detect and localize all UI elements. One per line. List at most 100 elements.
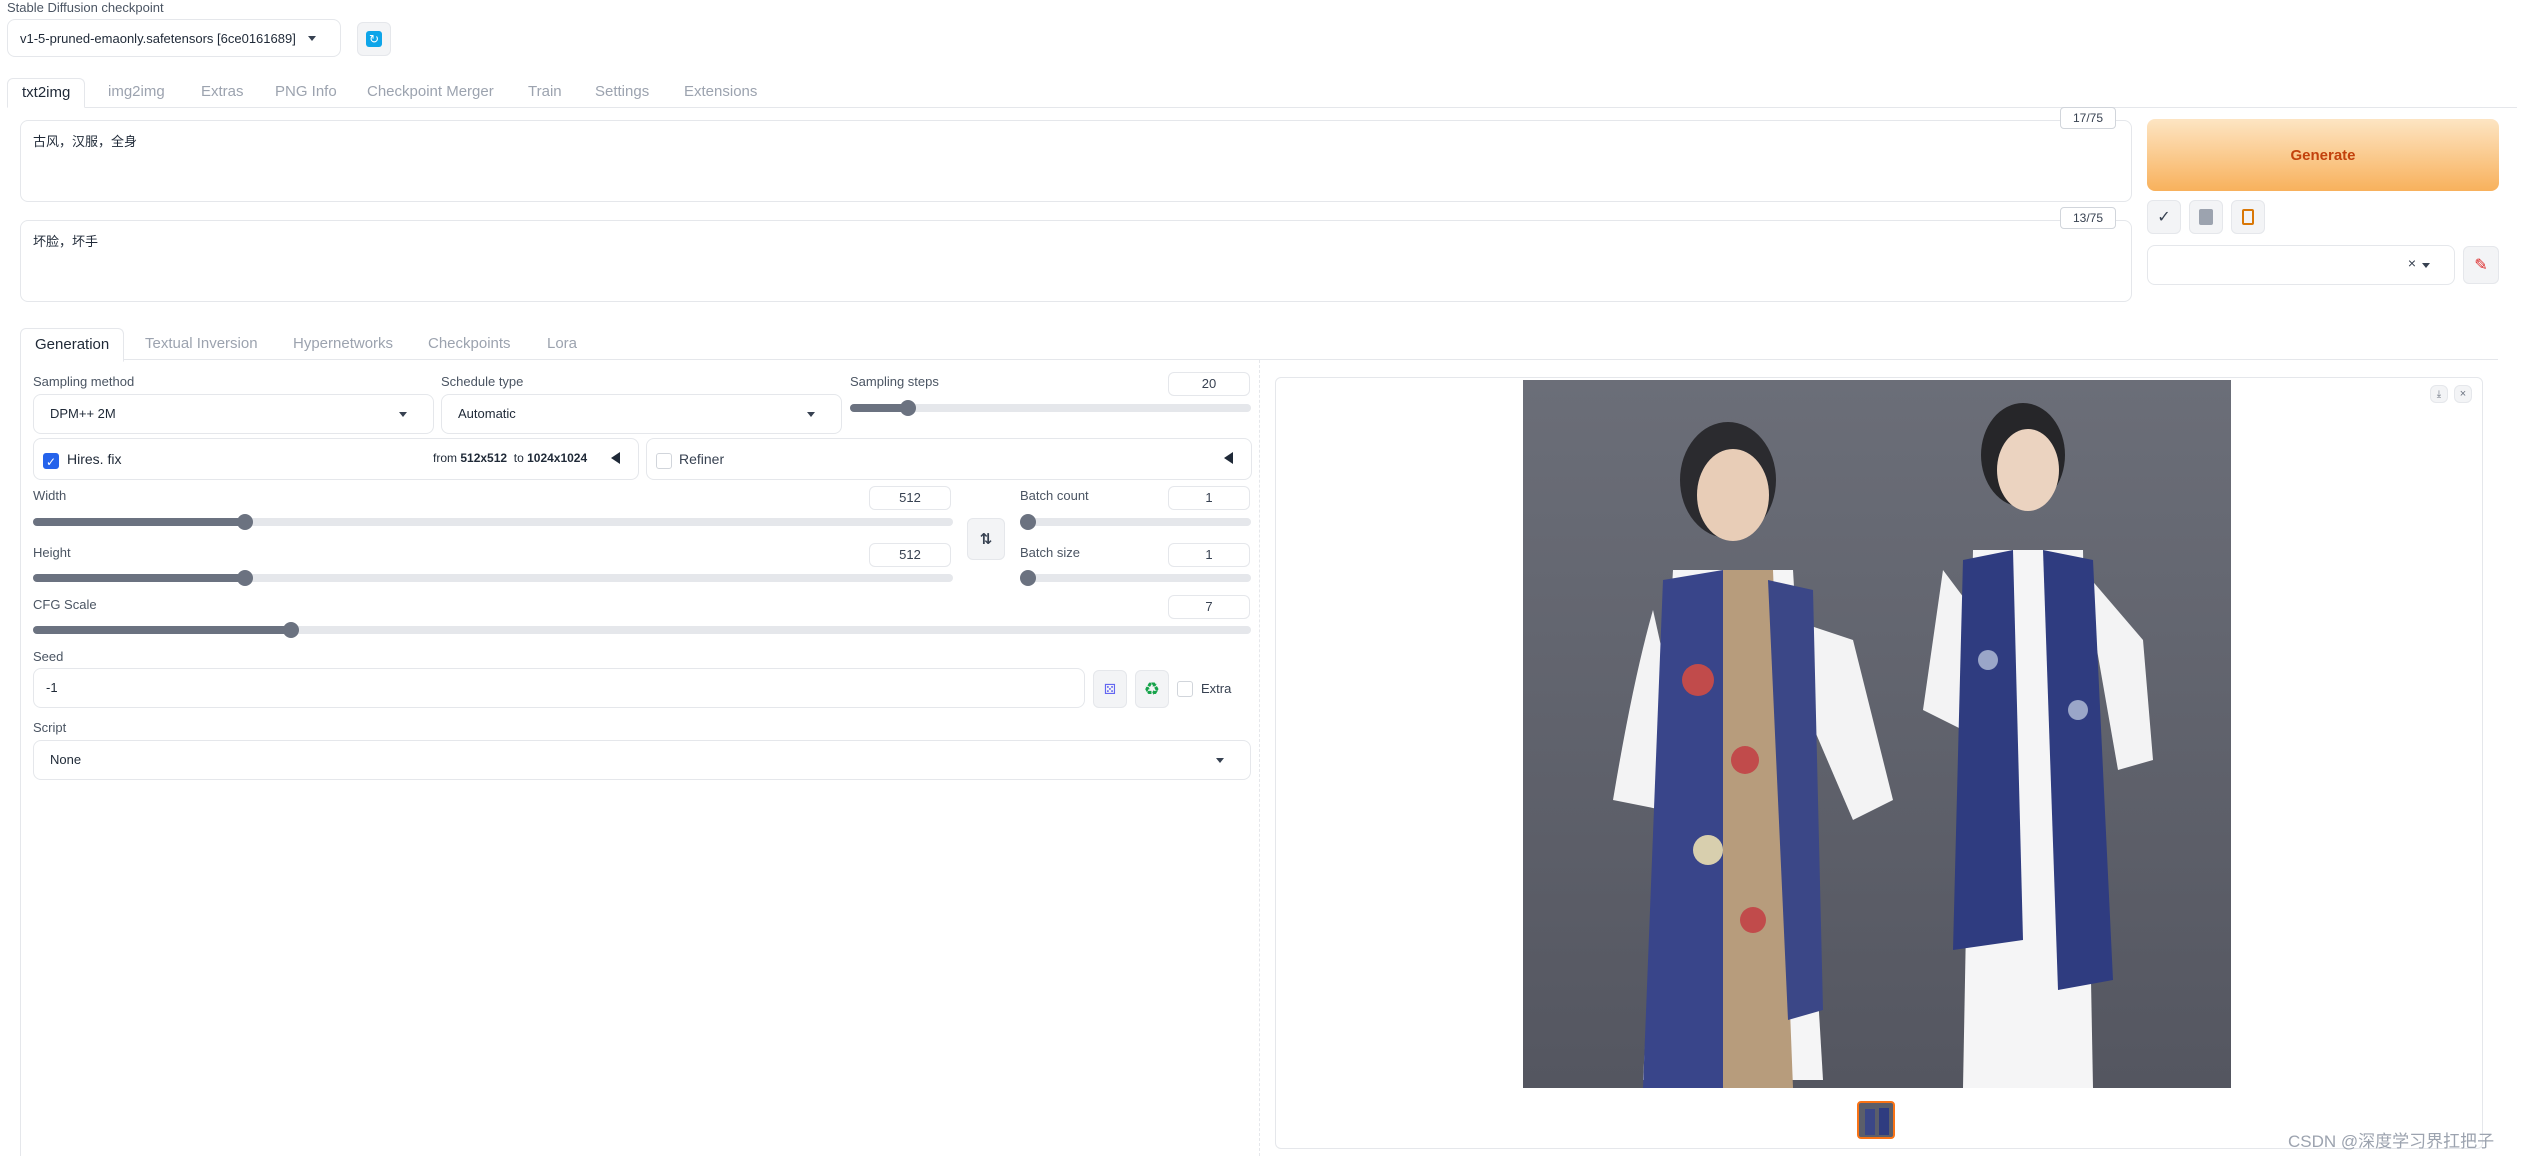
batch-count-slider[interactable] — [1020, 514, 1251, 530]
tab-generation[interactable]: Generation — [20, 328, 125, 362]
tab-png-info[interactable]: PNG Info — [275, 78, 337, 106]
clear-prompt-button[interactable] — [2189, 200, 2223, 234]
sub-tabs: Generation Textual Inversion Hypernetwor… — [20, 326, 2498, 362]
chevron-down-icon — [807, 412, 815, 417]
height-slider[interactable] — [33, 570, 953, 586]
hires-fix-label: Hires. fix — [67, 451, 122, 467]
sampling-method-label: Sampling method — [33, 374, 135, 389]
swap-dimensions-button[interactable]: ⇅ — [967, 518, 1005, 560]
batch-count-label: Batch count — [1020, 488, 1089, 503]
random-seed-button[interactable]: ⚄ — [1093, 670, 1127, 708]
hires-from-value: 512x512 — [460, 451, 508, 465]
sampling-steps-thumb[interactable] — [900, 400, 916, 416]
negative-token-counter: 13/75 — [2060, 207, 2116, 229]
tab-extensions[interactable]: Extensions — [684, 78, 757, 106]
tab-train[interactable]: Train — [528, 78, 562, 106]
generated-image[interactable] — [1523, 380, 2231, 1088]
seed-extra-checkbox[interactable] — [1177, 681, 1193, 697]
sampling-method-value: DPM++ 2M — [50, 406, 116, 421]
script-value: None — [50, 752, 82, 767]
sampling-method-select[interactable]: DPM++ 2M — [33, 394, 434, 434]
collapse-arrow-icon — [611, 452, 620, 464]
dice-icon: ⚄ — [1103, 680, 1117, 697]
collapse-arrow-icon — [1224, 452, 1233, 464]
clear-icon[interactable]: × — [2408, 255, 2416, 271]
tab-settings[interactable]: Settings — [595, 78, 649, 106]
hires-from-label: from — [433, 451, 457, 465]
reuse-seed-button[interactable]: ♻ — [1135, 670, 1169, 708]
sampling-steps-input[interactable]: 20 — [1168, 372, 1250, 396]
refiner-label: Refiner — [679, 451, 725, 467]
batch-count-thumb[interactable] — [1020, 514, 1036, 530]
negative-prompt-text: 坏脸，坏手 — [33, 234, 99, 249]
refiner-checkbox[interactable] — [656, 453, 672, 469]
tab-lora[interactable]: Lora — [547, 328, 577, 360]
cfg-scale-input[interactable]: 7 — [1168, 595, 1250, 619]
width-input[interactable]: 512 — [869, 486, 951, 510]
tab-extras[interactable]: Extras — [201, 78, 244, 106]
hires-fix-accordion[interactable]: ✓ Hires. fix from 512x512 to 1024x1024 — [33, 438, 639, 480]
gallery-thumbnail[interactable] — [1857, 1101, 1895, 1139]
checkpoint-select[interactable]: v1-5-pruned-emaonly.safetensors [6ce0161… — [7, 19, 341, 57]
cfg-scale-thumb[interactable] — [283, 622, 299, 638]
prompt-token-counter: 17/75 — [2060, 107, 2116, 129]
hires-fix-checkbox[interactable]: ✓ — [43, 453, 59, 469]
tab-txt2img[interactable]: txt2img — [7, 78, 86, 108]
width-slider[interactable] — [33, 514, 953, 530]
seed-label: Seed — [33, 649, 64, 664]
read-params-button[interactable]: ✓ — [2147, 200, 2181, 234]
tab-checkpoints[interactable]: Checkpoints — [428, 328, 511, 360]
chevron-down-icon — [2422, 263, 2430, 268]
hires-to-label: to — [513, 451, 524, 465]
tab-textual-inversion[interactable]: Textual Inversion — [145, 328, 258, 360]
refiner-accordion[interactable]: Refiner — [646, 438, 1252, 480]
seed-value: -1 — [46, 680, 58, 695]
edit-styles-button[interactable]: ✎ — [2463, 246, 2499, 284]
batch-count-input[interactable]: 1 — [1168, 486, 1250, 510]
clipboard-icon — [2242, 209, 2254, 225]
cfg-scale-label: CFG Scale — [33, 597, 97, 612]
thumbnail-figure — [1879, 1108, 1889, 1135]
seed-extra-label: Extra — [1201, 681, 1232, 696]
swap-icon: ⇅ — [979, 531, 993, 548]
height-input[interactable]: 512 — [869, 543, 951, 567]
cfg-scale-slider[interactable] — [33, 622, 1251, 638]
tab-checkpoint-merger[interactable]: Checkpoint Merger — [367, 78, 494, 106]
refresh-icon: ↻ — [366, 31, 382, 47]
seed-input[interactable]: -1 — [33, 668, 1085, 708]
refresh-checkpoint-button[interactable]: ↻ — [357, 22, 391, 56]
tab-img2img[interactable]: img2img — [108, 78, 165, 106]
pencil-icon: ✎ — [2474, 257, 2488, 274]
checkpoint-label: Stable Diffusion checkpoint — [7, 0, 164, 15]
chevron-down-icon — [399, 412, 407, 417]
prompt-input[interactable]: 古风，汉服，全身 — [20, 120, 2132, 202]
batch-size-slider[interactable] — [1020, 570, 1251, 586]
batch-size-input[interactable]: 1 — [1168, 543, 1250, 567]
width-thumb[interactable] — [237, 514, 253, 530]
schedule-type-select[interactable]: Automatic — [441, 394, 842, 434]
chevron-down-icon — [1216, 758, 1224, 763]
negative-prompt-input[interactable]: 坏脸，坏手 — [20, 220, 2132, 302]
script-label: Script — [33, 720, 67, 735]
generate-label: Generate — [2290, 146, 2356, 164]
hires-to-value: 1024x1024 — [527, 451, 588, 465]
thumbnail-figure — [1865, 1109, 1875, 1135]
recycle-icon: ♻ — [1143, 678, 1161, 699]
sampling-steps-slider[interactable] — [850, 400, 1251, 416]
width-label: Width — [33, 488, 67, 503]
check-icon: ✓ — [2157, 209, 2171, 226]
batch-size-thumb[interactable] — [1020, 570, 1036, 586]
sampling-steps-label: Sampling steps — [850, 374, 939, 389]
generate-button[interactable]: Generate — [2147, 119, 2499, 191]
height-thumb[interactable] — [237, 570, 253, 586]
paste-prompt-button[interactable] — [2231, 200, 2265, 234]
tab-hypernetworks[interactable]: Hypernetworks — [293, 328, 393, 360]
width-fill — [33, 518, 245, 526]
main-tabs: txt2img img2img Extras PNG Info Checkpoi… — [7, 78, 2517, 108]
download-icon[interactable]: ⤓ — [2430, 385, 2448, 403]
script-select[interactable]: None — [33, 740, 1251, 780]
close-icon[interactable]: × — [2454, 385, 2472, 403]
styles-select[interactable]: × — [2147, 245, 2455, 285]
watermark-text: CSDN @深度学习界扛把子 — [2288, 1132, 2495, 1151]
trash-icon — [2199, 209, 2213, 225]
